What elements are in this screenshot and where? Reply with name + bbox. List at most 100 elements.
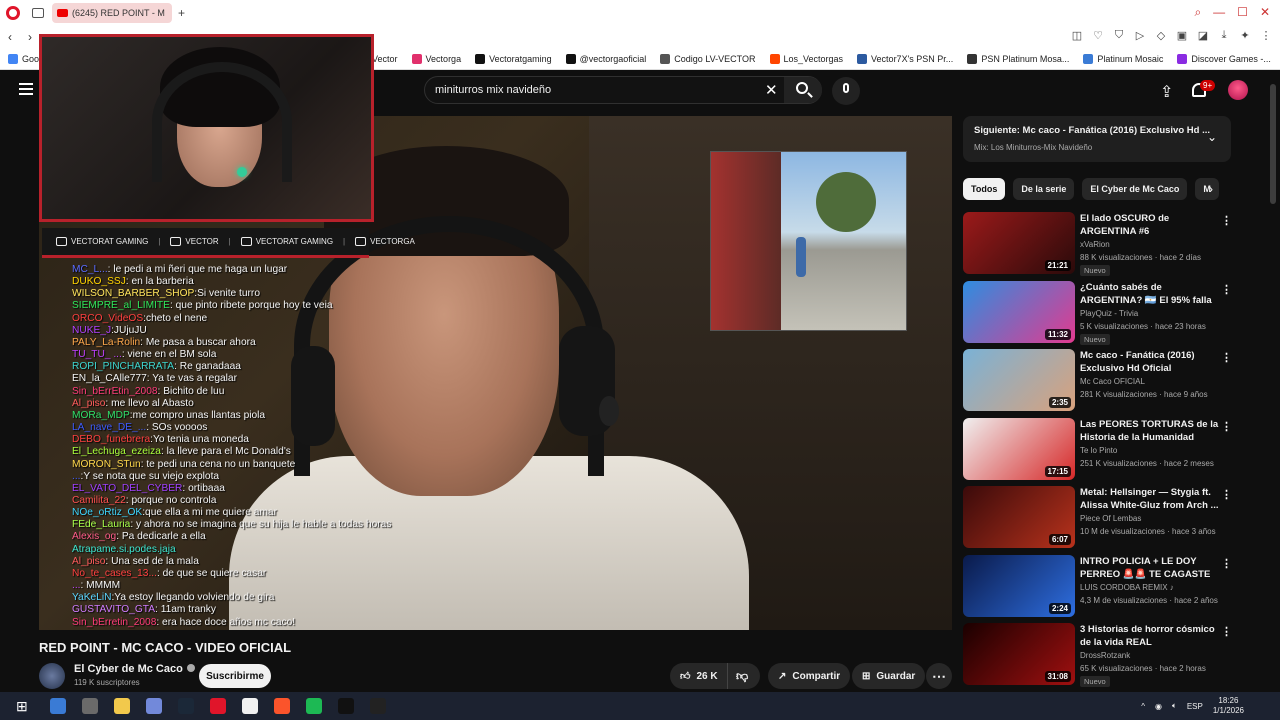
bookmark-item[interactable]: Codigo LV-VECTOR — [660, 53, 756, 64]
bookmark-item[interactable]: Vectorga — [411, 53, 461, 64]
new-tab-icon[interactable]: + — [178, 6, 185, 20]
spotify-icon[interactable] — [338, 698, 354, 714]
video-title-link[interactable]: Mc caco - Fanática (2016) Exclusivo Hd O… — [1080, 349, 1220, 375]
video-options-icon[interactable]: ⋮ — [1221, 214, 1232, 227]
hamburger-menu-icon[interactable] — [19, 83, 33, 95]
bookmark-icon[interactable]: ♡ — [1092, 29, 1104, 42]
download-icon[interactable]: ⤓ — [1218, 29, 1230, 42]
filter-chip[interactable]: De la serie — [1013, 178, 1075, 200]
opera-logo-icon[interactable] — [6, 6, 20, 20]
task-view-icon[interactable] — [82, 698, 98, 714]
video-title-link[interactable]: INTRO POLICIA + LE DOY PERREO 🚨🚨 TE CAGA… — [1080, 555, 1220, 581]
recommended-video[interactable]: 6:07 Metal: Hellsinger — Stygia ft. Aliss… — [963, 486, 1263, 548]
puzzle-icon[interactable]: ◪ — [1197, 29, 1209, 42]
tray-chevron-icon[interactable]: ^ — [1141, 702, 1145, 711]
video-options-icon[interactable]: ⋮ — [1221, 283, 1232, 296]
video-channel[interactable]: xVaRion — [1080, 240, 1110, 249]
recommended-video[interactable]: 21:21 El lado OSCURO de ARGENTINA #6 xVaRi… — [963, 212, 1263, 276]
close-window-icon[interactable]: ✕ — [1260, 5, 1270, 20]
video-options-icon[interactable]: ⋮ — [1221, 420, 1232, 433]
chevron-down-icon[interactable]: ⌄ — [1207, 130, 1217, 144]
taskbar-clock[interactable]: 18:26 1/1/2026 — [1213, 696, 1244, 716]
clear-search-icon[interactable]: ✕ — [765, 81, 778, 99]
video-channel[interactable]: LUIS CORDOBA REMIX ♪ — [1080, 583, 1174, 592]
subscribe-button[interactable]: Suscribirme — [199, 664, 271, 688]
recommended-video[interactable]: 31:08 3 Historias de horror cósmico de la… — [963, 623, 1263, 687]
play-icon[interactable]: ▷ — [1134, 29, 1146, 42]
recommended-video[interactable]: 2:24 INTRO POLICIA + LE DOY PERREO 🚨🚨 TE … — [963, 554, 1263, 617]
bookmark-item[interactable]: @vectorgaoficial — [565, 53, 646, 64]
brave-icon[interactable] — [306, 698, 322, 714]
more-actions-icon[interactable]: ⋯ — [926, 663, 952, 689]
video-channel[interactable]: DrossRotzank — [1080, 651, 1130, 660]
filter-chip[interactable]: M — [1195, 178, 1219, 200]
menu-icon[interactable]: ⋮ — [1260, 29, 1272, 42]
video-thumbnail[interactable]: 31:08 — [963, 623, 1075, 685]
video-thumbnail[interactable]: 11:32 — [963, 280, 1075, 343]
bookmark-item[interactable]: Los_Vectorgas — [769, 53, 843, 64]
windows-start-icon[interactable]: ⊞ — [16, 698, 32, 714]
recommended-video[interactable]: 11:32 ¿Cuánto sabés de ARGENTINA? 🇦🇷 El 9… — [963, 280, 1263, 345]
search-input[interactable]: miniturros mix navideño — [435, 84, 551, 96]
video-title-link[interactable]: Metal: Hellsinger — Stygia ft. Alissa Wh… — [1080, 486, 1220, 512]
video-thumbnail[interactable]: 17:15 — [963, 417, 1075, 480]
steam-icon[interactable] — [210, 698, 226, 714]
crypto-icon[interactable]: ◇ — [1155, 29, 1167, 42]
video-title-link[interactable]: 3 Historias de horror cósmico de la vida… — [1080, 623, 1220, 649]
shield-icon[interactable]: ⛉ — [1113, 29, 1125, 42]
video-options-icon[interactable]: ⋮ — [1221, 351, 1232, 364]
video-thumbnail[interactable]: 2:24 — [963, 554, 1075, 617]
bookmark-item[interactable]: Vectoratgaming — [475, 53, 552, 64]
taskbar-app-icon[interactable] — [370, 698, 386, 714]
opera-icon[interactable] — [242, 698, 258, 714]
bookmark-item[interactable]: PSN Platinum Mosa... — [967, 53, 1069, 64]
minimize-icon[interactable]: — — [1213, 5, 1225, 20]
channel-name-text[interactable]: El Cyber de Mc Caco — [74, 663, 183, 675]
filter-chip[interactable]: El Cyber de Mc Caco — [1082, 178, 1188, 200]
tray-app-icon[interactable]: ◉ — [1155, 702, 1162, 711]
extensions-icon[interactable]: ▣ — [1176, 29, 1188, 42]
tabs-icon[interactable] — [32, 8, 44, 18]
user-avatar[interactable] — [1228, 80, 1248, 100]
share-button[interactable]: ↗ Compartir — [768, 663, 851, 689]
save-button[interactable]: ⊞ Guardar — [852, 663, 926, 689]
video-title-link[interactable]: Las PEORES TORTURAS de la Historia de la… — [1080, 418, 1220, 444]
video-thumbnail[interactable]: 21:21 — [963, 212, 1075, 274]
dislike-button[interactable]: 👎︎ — [728, 669, 748, 684]
video-channel[interactable]: Mc Caco OFICIAL — [1080, 377, 1145, 386]
video-channel[interactable]: PlayQuiz - Trivia — [1080, 309, 1138, 318]
speaker-icon[interactable]: 🔈︎ — [1172, 701, 1177, 711]
files-icon[interactable] — [146, 698, 162, 714]
lang-indicator[interactable]: ESP — [1187, 702, 1203, 711]
upload-icon[interactable]: ⇪ — [1160, 82, 1173, 102]
recommended-video[interactable]: 17:15 Las PEORES TORTURAS de la Historia … — [963, 417, 1263, 480]
video-thumbnail[interactable]: 2:35 — [963, 349, 1075, 411]
video-channel[interactable]: Piece Of Lembas — [1080, 514, 1141, 523]
video-channel[interactable]: Te lo Pinto — [1080, 446, 1117, 455]
video-title-link[interactable]: ¿Cuánto sabés de ARGENTINA? 🇦🇷 El 95% fa… — [1080, 281, 1220, 307]
filter-chip[interactable]: Todos — [963, 178, 1006, 200]
scrollbar-thumb[interactable] — [1270, 84, 1276, 204]
video-options-icon[interactable]: ⋮ — [1221, 488, 1232, 501]
like-button[interactable]: 👍︎ 26 K — [670, 663, 728, 689]
maximize-icon[interactable]: ☐ — [1237, 5, 1248, 20]
chevron-right-icon[interactable]: › — [1209, 182, 1213, 196]
channel-name[interactable]: El Cyber de Mc Caco — [74, 663, 195, 675]
camera-icon[interactable]: ◫ — [1071, 29, 1083, 42]
video-options-icon[interactable]: ⋮ — [1221, 557, 1232, 570]
video-title-link[interactable]: El lado OSCURO de ARGENTINA #6 — [1080, 212, 1220, 238]
forward-icon[interactable]: › — [28, 30, 32, 44]
search-tabs-icon[interactable]: ⌕ — [1194, 5, 1201, 20]
video-thumbnail[interactable]: 6:07 — [963, 486, 1075, 548]
up-next-card[interactable]: Siguiente: Mc caco - Fanática (2016) Exc… — [963, 116, 1231, 162]
video-options-icon[interactable]: ⋮ — [1221, 625, 1232, 638]
epic-icon[interactable] — [274, 698, 290, 714]
bookmark-item[interactable]: Vector7X's PSN Pr... — [857, 53, 953, 64]
search-box[interactable]: miniturros mix navideño ✕ — [424, 76, 822, 104]
browser-tab-active[interactable]: (6245) RED POINT - M — [52, 3, 172, 23]
channel-avatar[interactable] — [39, 663, 65, 689]
back-icon[interactable]: ‹ — [8, 30, 12, 44]
ai-icon[interactable]: ✦ — [1239, 29, 1251, 42]
recommended-video[interactable]: 2:35 Mc caco - Fanática (2016) Exclusivo … — [963, 349, 1263, 411]
bookmark-item[interactable]: Platinum Mosaic — [1083, 53, 1163, 64]
